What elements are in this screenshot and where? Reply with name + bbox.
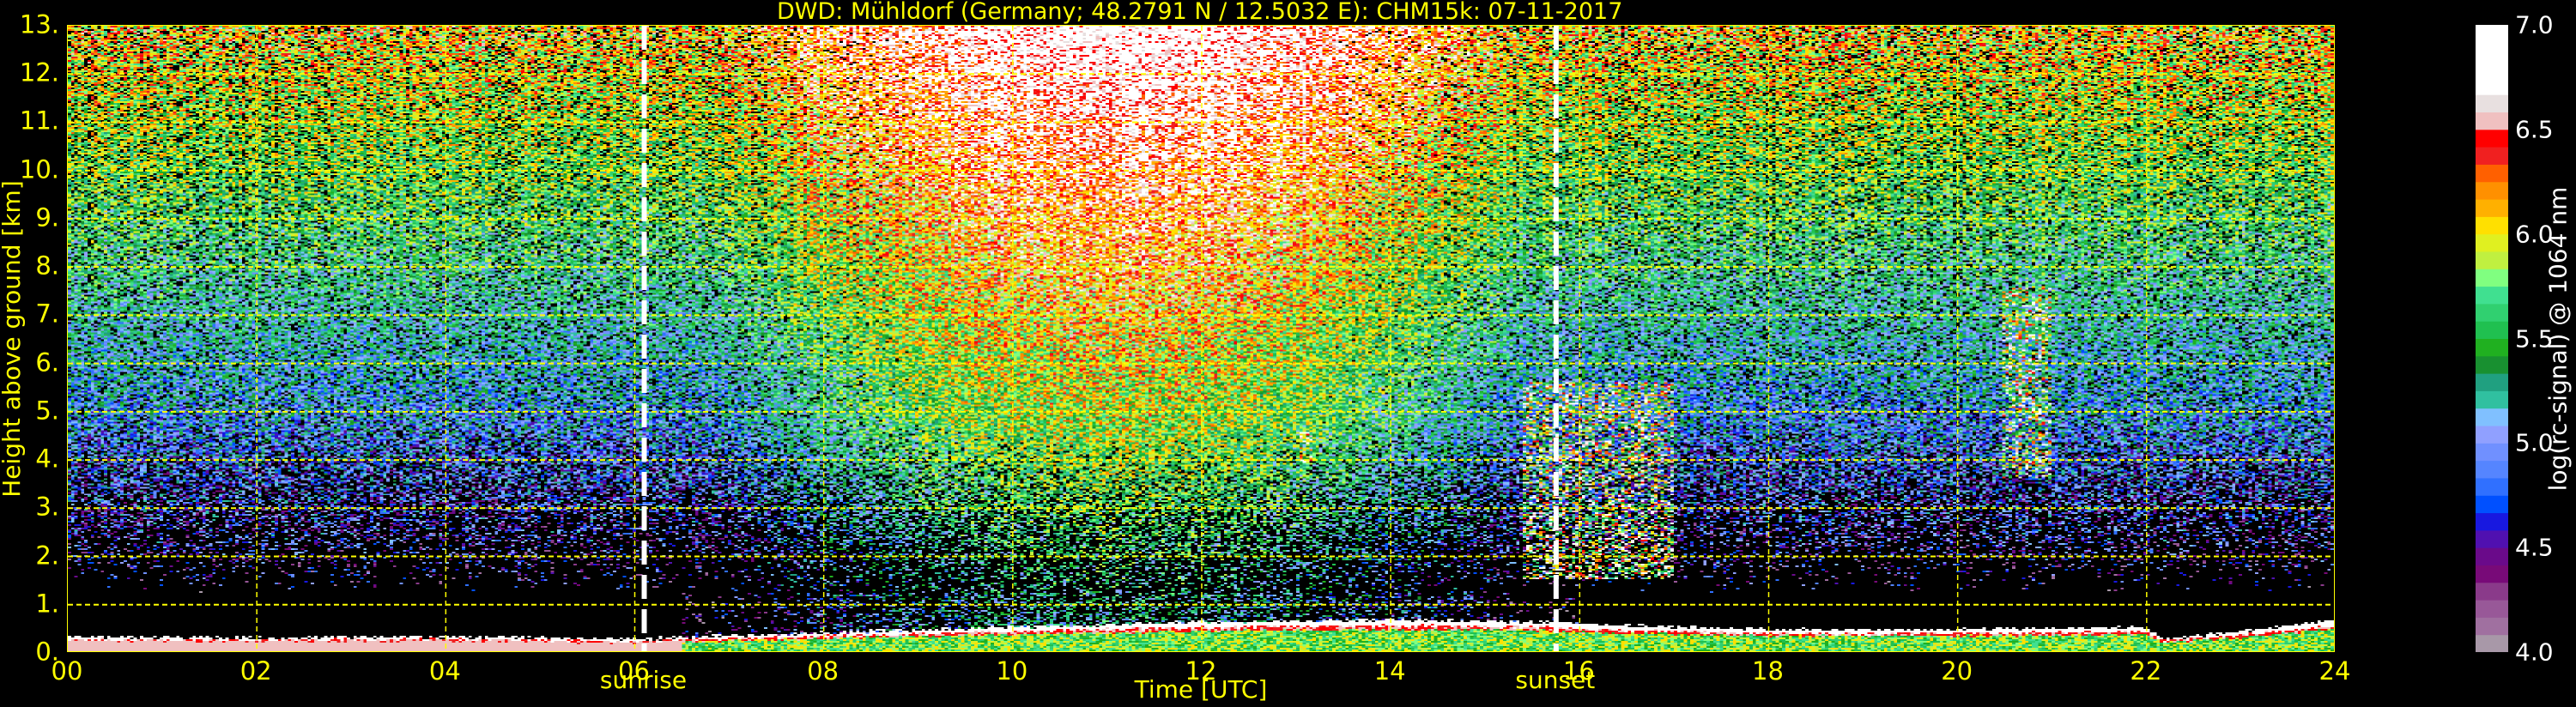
y-tick-label: 11.	[19, 106, 59, 136]
colorbar-swatch	[2476, 634, 2508, 652]
colorbar-swatch	[2476, 355, 2508, 374]
colorbar	[2476, 25, 2508, 652]
y-tick-label: 4.	[35, 444, 59, 474]
y-tick-label: 2.	[35, 541, 59, 571]
colorbar-swatch	[2476, 477, 2508, 496]
y-tick-label: 13.	[19, 9, 59, 39]
y-axis-label: Height above ground [km]	[0, 180, 26, 498]
colorbar-swatch	[2476, 251, 2508, 269]
x-tick-label: 14	[1373, 656, 1406, 686]
colorbar-tick-label: 4.0	[2515, 638, 2554, 667]
colorbar-tick-label: 7.0	[2515, 10, 2554, 39]
colorbar-swatch	[2476, 303, 2508, 322]
grid-overlay	[68, 26, 2334, 651]
colorbar-swatch	[2476, 25, 2508, 43]
colorbar-swatch	[2476, 233, 2508, 252]
colorbar-swatch	[2476, 408, 2508, 426]
colorbar-swatch	[2476, 565, 2508, 583]
colorbar-swatch	[2476, 181, 2508, 200]
x-tick-label: 08	[807, 656, 839, 686]
x-tick-label: 24	[2318, 656, 2351, 686]
colorbar-swatch	[2476, 269, 2508, 287]
colorbar-swatch	[2476, 443, 2508, 462]
colorbar-swatch	[2476, 321, 2508, 339]
y-tick-label: 6.	[35, 347, 59, 378]
y-tick-label: 1.	[35, 589, 59, 619]
sunset-label: sunset	[1515, 666, 1596, 694]
colorbar-swatch	[2476, 199, 2508, 217]
colorbar-label: log(rc-signal) @ 1064 nm	[2543, 186, 2573, 492]
plot-area	[67, 25, 2335, 652]
y-tick-label: 10.	[19, 154, 59, 184]
sunrise-label: sunrise	[599, 666, 688, 694]
x-tick-label: 02	[239, 656, 272, 686]
x-tick-label: 20	[1941, 656, 1973, 686]
colorbar-tick-label: 6.5	[2515, 115, 2554, 144]
colorbar-swatch	[2476, 76, 2508, 95]
colorbar-swatch	[2476, 147, 2508, 165]
y-tick-label: 7.	[35, 299, 59, 329]
colorbar-swatch	[2476, 94, 2508, 113]
y-tick-label: 12.	[19, 57, 59, 88]
colorbar-swatch	[2476, 373, 2508, 391]
colorbar-swatch	[2476, 286, 2508, 305]
colorbar-swatch	[2476, 460, 2508, 479]
colorbar-swatch	[2476, 112, 2508, 130]
colorbar-swatch	[2476, 426, 2508, 444]
colorbar-swatch	[2476, 617, 2508, 636]
colorbar-swatch	[2476, 59, 2508, 78]
y-tick-label: 3.	[35, 492, 59, 522]
colorbar-swatch	[2476, 42, 2508, 61]
chart-title: DWD: Mühldorf (Germany; 48.2791 N / 12.5…	[777, 0, 1623, 25]
x-axis-label: Time [UTC]	[1134, 675, 1268, 704]
colorbar-swatch	[2476, 390, 2508, 409]
colorbar-swatch	[2476, 495, 2508, 514]
y-tick-label: 5.	[35, 396, 59, 426]
colorbar-swatch	[2476, 600, 2508, 618]
x-tick-label: 10	[996, 656, 1028, 686]
colorbar-swatch	[2476, 512, 2508, 531]
y-tick-label: 8.	[35, 251, 59, 281]
colorbar-swatch	[2476, 547, 2508, 565]
x-tick-label: 04	[428, 656, 461, 686]
colorbar-tick-label: 4.5	[2515, 533, 2554, 562]
colorbar-swatch	[2476, 164, 2508, 183]
y-tick-label: 0.	[35, 637, 59, 667]
colorbar-swatch	[2476, 216, 2508, 235]
colorbar-swatch	[2476, 582, 2508, 601]
colorbar-swatch	[2476, 338, 2508, 357]
x-tick-label: 18	[1752, 656, 1784, 686]
colorbar-swatch	[2476, 129, 2508, 148]
colorbar-swatch	[2476, 529, 2508, 548]
y-tick-label: 9.	[35, 202, 59, 233]
x-tick-label: 22	[2130, 656, 2162, 686]
